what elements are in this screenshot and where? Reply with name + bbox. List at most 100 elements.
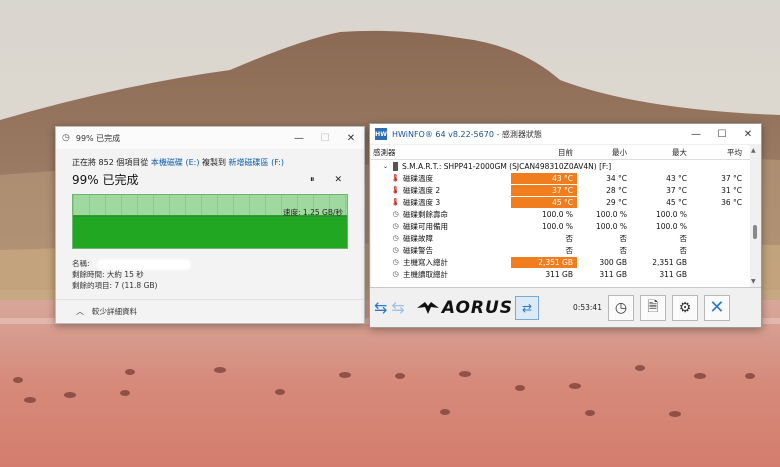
aorus-brand-text: AORUS <box>441 297 514 318</box>
drive-group-row[interactable]: ⌄ S.M.A.R.T.: SHPP41-2000GM (SJCAN498310Z… <box>371 160 750 172</box>
maximize-button[interactable]: ☐ <box>312 127 338 149</box>
hwinfo-app-icon: HW <box>375 128 387 140</box>
sensor-max: 否 <box>679 245 688 255</box>
copy-description: 正在將 852 個項目從 本機磁碟 (E:) 複製到 新增磁碟區 (F:) <box>72 157 348 168</box>
sensor-table-header: 感測器 目前 最小 最大 平均 <box>371 145 750 160</box>
sensor-name: 磁碟溫度 3 <box>403 197 441 207</box>
file-name-row: 名稱: <box>72 258 348 269</box>
sensor-current: 否 <box>565 245 574 255</box>
sensor-current: 37 °C <box>511 184 577 196</box>
sensor-min: 29 °C <box>606 197 627 207</box>
copy-dialog-titlebar[interactable]: ◷ 99% 已完成 — ☐ ✕ <box>56 127 364 149</box>
sensor-row[interactable]: ◷ 主機寫入總計 2,351 GB 300 GB 2,351 GB <box>371 256 750 268</box>
close-icon: ✕ <box>709 297 725 318</box>
sensor-max: 否 <box>679 233 688 243</box>
aorus-logo: AORUS <box>416 297 514 318</box>
minimize-button[interactable]: — <box>286 127 312 149</box>
scroll-up-arrow-icon[interactable]: ▲ <box>751 147 756 154</box>
sensor-current: 43 °C <box>511 172 577 184</box>
hwinfo-minimize-button[interactable]: — <box>683 123 709 145</box>
sensor-current: 2,351 GB <box>511 256 577 268</box>
sensor-row[interactable]: ◷ 磁碟故障 否 否 否 <box>371 232 750 244</box>
col-avg[interactable]: 平均 <box>693 147 750 158</box>
pause-button[interactable]: ⏸ <box>310 175 315 185</box>
sensor-row[interactable]: 🌡 磁碟溫度 3 45 °C 29 °C 45 °C 36 °C <box>371 196 750 208</box>
clock-icon: ◷ <box>62 133 70 143</box>
col-min[interactable]: 最小 <box>577 147 631 158</box>
double-arrow-disabled-icon[interactable]: ⇆ <box>391 298 404 317</box>
thermometer-icon: 🌡 <box>391 198 400 206</box>
sensor-min: 100.0 % <box>596 209 627 219</box>
maximize-icon: ☐ <box>320 132 330 144</box>
collapse-arrow-icon: ⌄ <box>383 162 389 170</box>
document-add-icon: 🗎 <box>647 298 659 315</box>
aorus-eagle-icon <box>416 301 439 314</box>
sensor-name: 磁碟剩餘壽命 <box>403 209 448 219</box>
clock-reset-button[interactable]: ◷ <box>607 294 634 321</box>
sensor-min: 否 <box>619 233 628 243</box>
gear-icon: ⚙ <box>678 299 692 316</box>
copy-progress-dialog: ◷ 99% 已完成 — ☐ ✕ 正在將 852 個項目從 本機磁碟 (E:) 複… <box>55 126 365 324</box>
drive-name: S.M.A.R.T.: SHPP41-2000GM (SJCAN498310Z0… <box>402 161 612 171</box>
hwinfo-title: HWiNFO® 64 v8.22-5670 - 感測器狀態 <box>392 129 542 140</box>
clock-icon: ◷ <box>392 246 399 254</box>
destination-drive-link[interactable]: 新增磁碟區 (F:) <box>229 158 284 167</box>
sensor-avg: 37 °C <box>721 173 742 183</box>
cancel-copy-button[interactable]: ✕ <box>334 175 342 185</box>
report-button[interactable]: 🗎 <box>639 294 666 321</box>
sensor-row[interactable]: ◷ 磁碟剩餘壽命 100.0 % 100.0 % 100.0 % <box>371 208 750 220</box>
hwinfo-maximize-button[interactable]: ☐ <box>709 123 735 145</box>
sensor-min: 100.0 % <box>596 221 627 231</box>
hwinfo-titlebar[interactable]: HW HWiNFO® 64 v8.22-5670 - 感測器狀態 — ☐ ✕ <box>370 124 761 144</box>
scrollbar-thumb[interactable] <box>753 225 757 239</box>
sensor-row[interactable]: 🌡 磁碟溫度 2 37 °C 28 °C 37 °C 31 °C <box>371 184 750 196</box>
sensor-scrollbar[interactable]: ▲ ▼ <box>750 145 760 287</box>
sensor-row[interactable]: 🌡 磁碟溫度 43 °C 34 °C 43 °C 37 °C <box>371 172 750 184</box>
copy-description-mid: 複製到 <box>202 158 226 167</box>
progress-fill <box>73 215 347 248</box>
time-remaining: 剩餘時間: 大約 15 秒 <box>72 270 144 279</box>
sensor-row[interactable]: ◷ 主機讀取總計 311 GB 311 GB 311 GB <box>371 268 750 280</box>
sensor-name: 磁碟故障 <box>403 233 433 243</box>
minimize-icon: — <box>691 128 701 140</box>
clock-icon: ◷ <box>392 222 399 230</box>
sensor-current: 45 °C <box>511 196 577 208</box>
elapsed-timer: 0:53:41 <box>573 303 602 312</box>
clock-icon: ◷ <box>392 270 399 278</box>
file-name-label: 名稱: <box>72 259 90 268</box>
sensor-min: 28 °C <box>606 185 627 195</box>
sensor-name: 磁碟可用備用 <box>403 221 448 231</box>
minimize-icon: — <box>294 132 304 144</box>
sensor-max: 43 °C <box>666 173 687 183</box>
speed-label: 速度: 1.25 GB/秒 <box>283 208 343 217</box>
percent-complete-title: 99% 已完成 <box>72 173 139 187</box>
scroll-down-arrow-icon[interactable]: ▼ <box>751 278 756 285</box>
double-arrow-icon[interactable]: ⇆ <box>374 298 387 317</box>
transfer-speed-graph: 速度: 1.25 GB/秒 <box>72 194 348 249</box>
copy-dialog-title: 99% 已完成 <box>75 133 121 143</box>
sensor-min: 311 GB <box>599 269 627 279</box>
sensor-max: 37 °C <box>666 185 687 195</box>
source-drive-link[interactable]: 本機磁碟 (E:) <box>151 158 200 167</box>
network-icon[interactable]: ⇄ <box>515 295 540 320</box>
copy-description-prefix: 正在將 852 個項目從 <box>72 158 149 167</box>
sensor-min: 34 °C <box>606 173 627 183</box>
exit-button[interactable]: ✕ <box>703 294 730 321</box>
drive-icon <box>393 161 399 171</box>
sensor-row[interactable]: ◷ 磁碟可用備用 100.0 % 100.0 % 100.0 % <box>371 220 750 232</box>
sensor-name: 主機讀取總計 <box>403 269 448 279</box>
hwinfo-close-button[interactable]: ✕ <box>735 123 761 145</box>
sensor-row[interactable]: ◷ 磁碟警告 否 否 否 <box>371 244 750 256</box>
col-sensor[interactable]: 感測器 <box>371 147 511 158</box>
close-button[interactable]: ✕ <box>338 127 364 149</box>
sensor-avg: 31 °C <box>721 185 742 195</box>
sensor-min: 300 GB <box>599 257 627 267</box>
col-current[interactable]: 目前 <box>511 147 577 158</box>
settings-button[interactable]: ⚙ <box>671 294 698 321</box>
hwinfo-title-app: HWiNFO® 64 v8.22-5670 - <box>392 129 502 139</box>
clock-icon: ◷ <box>614 299 628 316</box>
col-max[interactable]: 最大 <box>631 147 693 158</box>
less-details-toggle[interactable]: ︿ 較少詳細資料 <box>56 299 364 323</box>
sensor-name: 主機寫入總計 <box>403 257 448 267</box>
sensor-min: 否 <box>619 245 628 255</box>
